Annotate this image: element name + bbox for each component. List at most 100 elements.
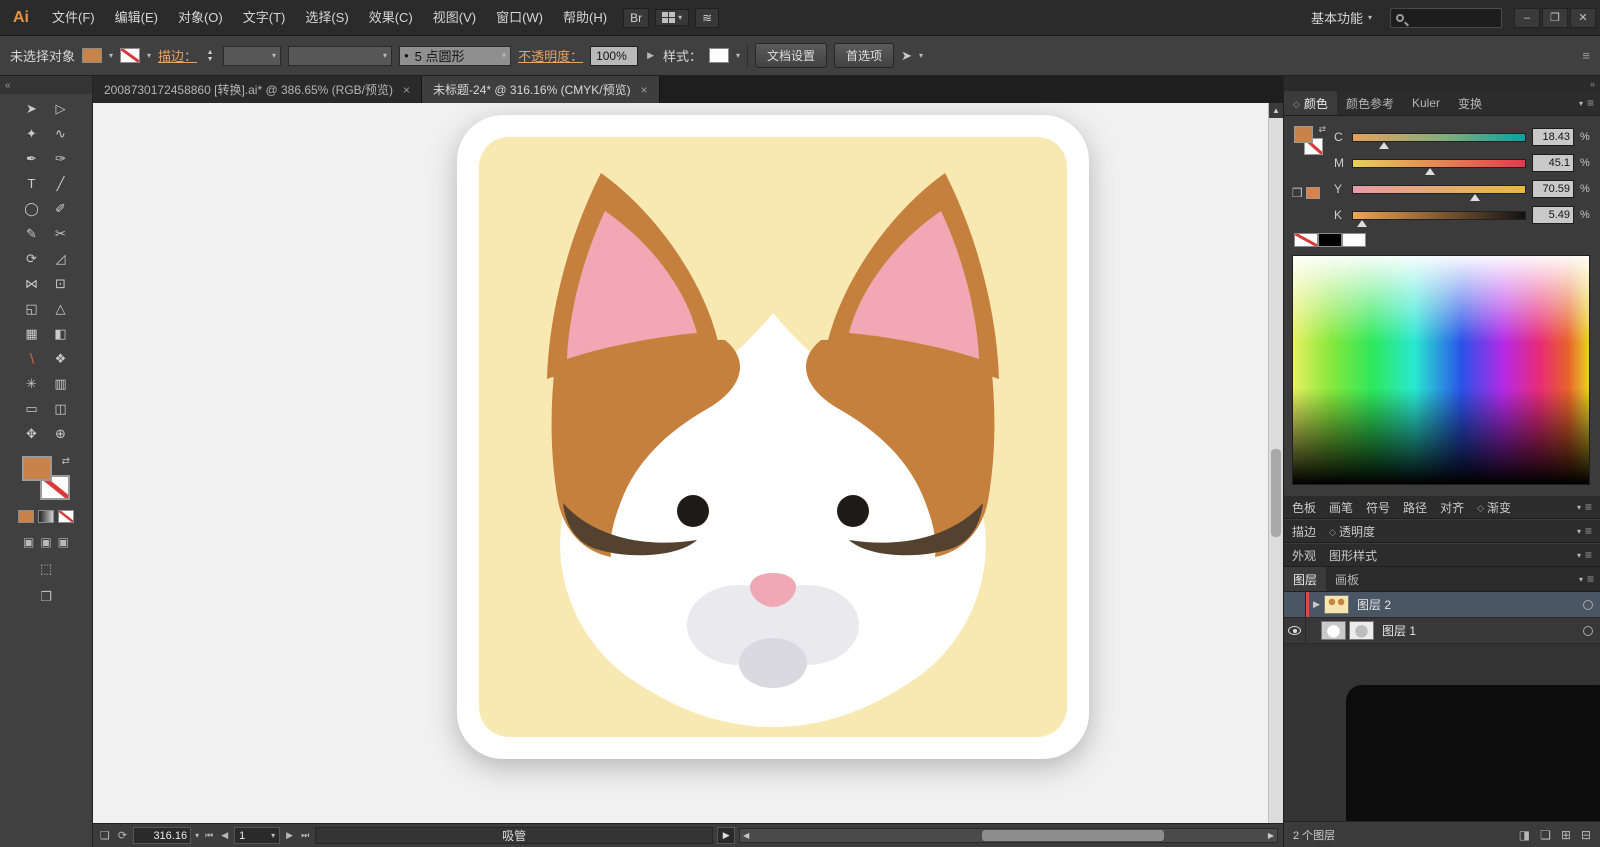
selection-tool[interactable]: ➤ [17,96,46,121]
tab-swatches[interactable]: 色板 [1292,499,1316,516]
control-panel-menu-icon[interactable]: ≡ [1582,48,1590,63]
select-similar-icon[interactable]: ➤ [901,48,912,64]
stroke-color-swatch[interactable] [120,48,141,63]
variable-width-profile-dropdown[interactable] [288,45,393,66]
scale-tool[interactable]: ◿ [46,246,75,271]
gradient-tool[interactable]: ◧ [46,321,75,346]
yellow-value-input[interactable]: 70.59 [1532,180,1574,198]
panel-menu-icon[interactable]: ≡ [1579,567,1600,591]
vertical-scrollbar[interactable]: ▲ [1268,103,1283,823]
swap-fill-stroke-icon[interactable]: ⇄ [1318,124,1326,135]
new-sublayer-icon[interactable]: ❏ [1540,828,1551,842]
black-value-input[interactable]: 5.49 [1532,206,1574,224]
zoom-tool[interactable]: ⊕ [46,421,75,446]
opacity-panel-link[interactable]: 不透明度： [518,46,583,65]
rotate-tool[interactable]: ⟳ [17,246,46,271]
screen-mode-icon[interactable]: ❐ [40,589,52,605]
menu-select[interactable]: 选择(S) [295,0,358,35]
cat-artwork[interactable] [455,113,1091,765]
close-icon[interactable]: × [641,83,648,97]
add-anchor-point-tool[interactable]: ✑ [46,146,75,171]
menu-edit[interactable]: 编辑(E) [105,0,168,35]
yellow-slider[interactable] [1352,184,1526,201]
make-clip-mask-icon[interactable]: ◨ [1519,828,1530,842]
panel-menu-icon[interactable]: ≡ [1577,500,1592,514]
white-chip[interactable] [1342,233,1366,247]
workspace-switcher[interactable]: 基本功能 [1303,5,1380,30]
chevron-down-icon[interactable] [147,51,151,60]
slider-thumb[interactable] [1470,193,1481,201]
chevron-down-icon[interactable] [736,51,740,60]
status-arrow-icon[interactable]: ⟳ [116,829,129,842]
close-button[interactable]: ✕ [1570,7,1596,28]
scissors-tool[interactable]: ✂ [46,221,75,246]
opacity-input[interactable]: 100% [590,45,639,66]
fill-color-swatch[interactable] [82,48,103,63]
menu-object[interactable]: 对象(O) [168,0,233,35]
vertical-scroll-thumb[interactable] [1271,448,1281,537]
swap-fill-stroke-icon[interactable]: ⇄ [62,456,70,467]
layer-thumbnail[interactable] [1349,621,1374,640]
slider-thumb[interactable] [1356,219,1367,227]
expand-layer-icon[interactable]: ▶ [1309,599,1324,610]
scroll-up-icon[interactable]: ▲ [1269,103,1283,118]
pencil-tool[interactable]: ✎ [17,221,46,246]
artboard-tool[interactable]: ▭ [17,396,46,421]
draw-behind-icon[interactable]: ▣ [40,535,51,549]
chevron-down-icon[interactable] [919,51,923,60]
line-segment-tool[interactable]: ╱ [46,171,75,196]
tab-stroke[interactable]: 描边 [1292,523,1316,540]
fill-color-box[interactable] [22,456,52,481]
width-tool[interactable]: ⋈ [17,271,46,296]
brush-definition-dropdown[interactable]: • 5 点圆形 [399,45,512,66]
tab-color[interactable]: 颜色 [1284,91,1337,115]
panel-menu-icon[interactable]: ≡ [1577,548,1592,562]
tab-gradient[interactable]: 渐变 [1477,499,1511,516]
draw-inside-icon[interactable]: ▣ [58,535,69,549]
stroke-weight-stepper[interactable]: ▲ ▼ [204,49,216,63]
hand-tool[interactable]: ✥ [17,421,46,446]
status-doc-icon[interactable]: ❏ [98,829,112,842]
maximize-button[interactable]: ❐ [1542,7,1568,28]
slice-tool[interactable]: ◫ [46,396,75,421]
color-spectrum[interactable] [1292,255,1590,485]
color-button[interactable] [18,510,34,523]
bridge-button[interactable]: Br [623,7,650,28]
tab-graphic-styles[interactable]: 图形样式 [1329,547,1377,564]
tab-brushes[interactable]: 画笔 [1329,499,1353,516]
menu-view[interactable]: 视图(V) [423,0,486,35]
cs-live-button[interactable]: ≋ [695,7,720,28]
layer-name[interactable]: 图层 2 [1357,596,1391,613]
tab-symbols[interactable]: 符号 [1366,499,1390,516]
blend-tool[interactable]: ❖ [46,346,75,371]
layer-row-1[interactable]: 图层 1 [1284,618,1600,644]
scroll-right-icon[interactable]: ▶ [1268,831,1274,840]
lasso-tool[interactable]: ∿ [46,121,75,146]
menu-help[interactable]: 帮助(H) [553,0,617,35]
visibility-toggle[interactable] [1284,592,1306,617]
perspective-grid-tool[interactable]: △ [46,296,75,321]
menu-file[interactable]: 文件(F) [42,0,105,35]
close-icon[interactable]: × [403,83,410,97]
canvas[interactable]: ▲ [93,103,1283,823]
tab-appearance[interactable]: 外观 [1292,547,1316,564]
fill-proxy-swatch[interactable] [1294,126,1313,143]
delete-layer-icon[interactable]: ⊟ [1581,828,1591,842]
scroll-left-icon[interactable]: ◀ [743,831,749,840]
preferences-button[interactable]: 首选项 [834,43,895,68]
none-button[interactable] [58,510,74,523]
panel-menu-icon[interactable]: ≡ [1579,91,1600,115]
status-expand-icon[interactable]: ▶ [717,827,736,844]
mesh-tool[interactable]: ▦ [17,321,46,346]
tab-color-guide[interactable]: 颜色参考 [1337,91,1403,115]
tab-layers[interactable]: 图层 [1284,567,1327,591]
magic-wand-tool[interactable]: ✦ [17,121,46,146]
collapse-panel-icon[interactable]: « [5,80,11,91]
column-graph-tool[interactable]: ▥ [46,371,75,396]
free-transform-tool[interactable]: ⊡ [46,271,75,296]
last-artboard-icon[interactable]: ⏭ [299,830,311,841]
minimize-button[interactable]: – [1514,7,1540,28]
symbol-sprayer-tool[interactable]: ✳ [17,371,46,396]
layer-row-2[interactable]: ▶ 图层 2 [1284,592,1600,618]
document-setup-button[interactable]: 文档设置 [755,43,828,68]
